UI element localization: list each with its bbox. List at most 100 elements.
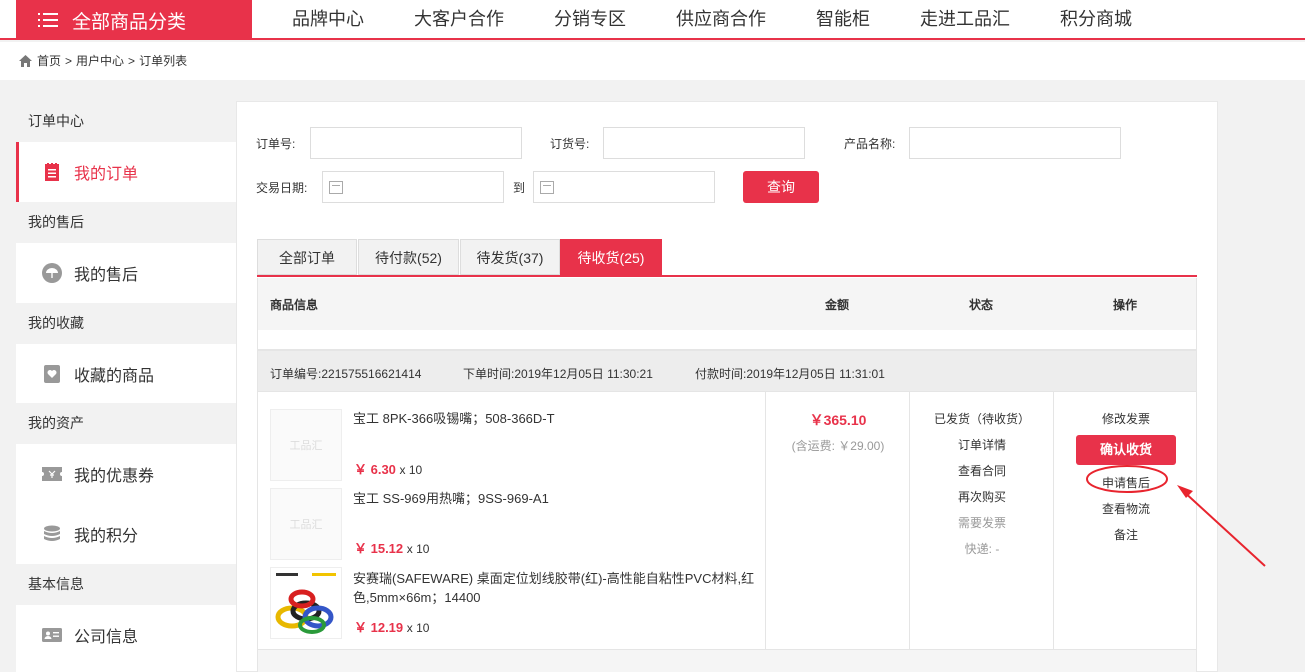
order-no-value: 221575516621414: [321, 367, 422, 381]
sidebar-group-aftersale: 我的售后: [16, 202, 236, 243]
confirm-receipt-button[interactable]: 确认收货: [1076, 435, 1176, 465]
order-no-label: 订单编号:: [270, 367, 322, 381]
pay-time-value: 2019年12月05日 11:31:01: [746, 367, 885, 381]
sidebar-item-label: 公司信息: [74, 629, 139, 646]
order-no: 订单编号:221575516621414: [270, 365, 421, 382]
date-end-input[interactable]: [533, 171, 715, 203]
unit-price: ￥ 6.30: [354, 462, 396, 477]
col-amount: 金额: [825, 298, 850, 312]
breadcrumb-sep: >: [65, 53, 73, 68]
product-name[interactable]: 安赛瑞(SAFEWARE) 桌面定位划线胶带(红)-高性能自粘性PVC材料,红色…: [353, 569, 763, 607]
tape-rolls-image: [275, 573, 336, 634]
nav-supplier[interactable]: 供应商合作: [676, 0, 766, 38]
nav-smart-cabinet[interactable]: 智能柜: [816, 0, 870, 38]
quantity: x 10: [406, 542, 430, 556]
product-thumbnail[interactable]: 工品汇: [270, 409, 342, 481]
order-time-label: 下单时间:: [463, 367, 515, 381]
breadcrumb-home[interactable]: 首页: [37, 52, 61, 69]
nav-brand-center[interactable]: 品牌中心: [292, 0, 364, 38]
order-detail-link[interactable]: 订单详情: [910, 436, 1054, 453]
order-icon: [42, 162, 62, 182]
tab-pending-shipment[interactable]: 待发货(37): [460, 239, 560, 275]
buy-again-link[interactable]: 再次购买: [910, 488, 1054, 505]
sidebar-group-orders: 订单中心: [16, 101, 236, 142]
order-total: ￥365.10: [809, 412, 867, 428]
quantity: x 10: [399, 463, 423, 477]
tab-pending-receipt[interactable]: 待收货(25): [560, 239, 662, 275]
date-to-label: 到: [513, 181, 526, 195]
express-info: 快递: -: [964, 542, 1000, 556]
need-invoice-link[interactable]: 需要发票: [910, 514, 1054, 531]
tab-pending-payment[interactable]: 待付款(52): [358, 239, 459, 275]
heart-icon: [42, 364, 62, 384]
coupon-icon: [42, 464, 62, 484]
unit-price: ￥ 12.19: [354, 620, 404, 635]
purchase-no-input[interactable]: [603, 127, 805, 159]
trade-date-label: 交易日期:: [256, 181, 308, 195]
order-time-value: 2019年12月05日 11:30:21: [514, 367, 653, 381]
column-divider: [765, 392, 766, 649]
breadcrumb-current: 订单列表: [139, 54, 188, 68]
product-thumbnail[interactable]: [270, 567, 342, 639]
top-navigation: 全部商品分类 品牌中心 大客户合作 分销专区 供应商合作 智能柜 走进工品汇 积…: [0, 0, 1305, 40]
breadcrumb-bar: [0, 42, 1305, 80]
breadcrumb-sep: >: [128, 53, 136, 68]
nav-about[interactable]: 走进工品汇: [920, 0, 1010, 38]
order-status: 已发货（待收货）: [933, 412, 1030, 426]
nav-key-accounts[interactable]: 大客户合作: [414, 0, 504, 38]
order-body: 工品汇 宝工 8PK-366吸锡嘴；508-366D-T ￥ 6.30 x 10…: [257, 392, 1197, 650]
order-no-input[interactable]: [310, 127, 522, 159]
id-card-icon: [42, 625, 62, 645]
sidebar-item-label: 我的积分: [74, 528, 139, 545]
col-product-info: 商品信息: [270, 298, 319, 312]
breadcrumb-user-center[interactable]: 用户中心: [76, 52, 124, 69]
quantity: x 10: [406, 621, 430, 635]
query-button[interactable]: 查询: [743, 171, 819, 203]
sidebar: 订单中心 我的订单 我的售后 我的售后 我的收藏 收藏的商品 我的资产 我的优惠…: [16, 101, 236, 672]
sidebar-item-my-points[interactable]: 我的积分: [16, 504, 236, 564]
umbrella-icon: [42, 263, 62, 283]
sidebar-item-label: 我的优惠券: [74, 468, 155, 485]
view-contract-link[interactable]: 查看合同: [910, 462, 1054, 479]
product-thumbnail[interactable]: 工品汇: [270, 488, 342, 560]
sidebar-item-label: 收藏的商品: [74, 368, 155, 385]
table-header: 商品信息 金额 状态 操作: [257, 278, 1197, 330]
product-name[interactable]: 宝工 8PK-366吸锡嘴；508-366D-T: [353, 409, 763, 428]
apply-aftersale-link[interactable]: 申请售后: [1054, 474, 1198, 491]
product-name-label: 产品名称:: [844, 137, 896, 151]
product-name[interactable]: 宝工 SS-969用热嘴；9SS-969-A1: [353, 489, 763, 508]
remark-link[interactable]: 备注: [1054, 526, 1198, 543]
date-start-input[interactable]: [322, 171, 504, 203]
unit-price: ￥ 15.12: [354, 541, 404, 556]
pay-time: 付款时间:2019年12月05日 11:31:01: [695, 365, 885, 382]
product-name-input[interactable]: [909, 127, 1121, 159]
shipping-fee: (含运费: ￥29.00): [791, 439, 885, 453]
nav-points-mall[interactable]: 积分商城: [1060, 0, 1132, 38]
menu-icon: [38, 13, 58, 27]
order-header: 订单编号:221575516621414 下单时间:2019年12月05日 11…: [257, 350, 1197, 392]
order-no-label: 订单号:: [256, 137, 296, 151]
nav-distribution[interactable]: 分销专区: [554, 0, 626, 38]
sidebar-item-my-orders[interactable]: 我的订单: [16, 142, 236, 202]
sidebar-item-company-info[interactable]: 公司信息: [16, 605, 236, 665]
col-status: 状态: [969, 298, 994, 312]
calendar-icon: [329, 181, 343, 194]
sidebar-item-my-aftersale[interactable]: 我的售后: [16, 243, 236, 303]
sidebar-item-my-coupons[interactable]: 我的优惠券: [16, 444, 236, 504]
product-price: ￥ 15.12 x 10: [354, 538, 429, 557]
all-categories-button[interactable]: 全部商品分类: [16, 0, 252, 40]
sidebar-group-assets: 我的资产: [16, 403, 236, 444]
pay-time-label: 付款时间:: [695, 367, 747, 381]
coins-icon: [42, 524, 62, 544]
purchase-no-label: 订货号:: [550, 137, 590, 151]
view-logistics-link[interactable]: 查看物流: [1054, 500, 1198, 517]
main-panel: 订单号: 订货号: 产品名称: 交易日期: 到 查询 全部订单 待付款(52) …: [236, 101, 1218, 672]
table-spacer: [257, 330, 1197, 350]
sidebar-group-basic-info: 基本信息: [16, 564, 236, 605]
sidebar-item-label: 我的订单: [74, 166, 139, 183]
breadcrumb: 首页 > 用户中心 > 订单列表: [18, 52, 187, 69]
modify-invoice-link[interactable]: 修改发票: [1054, 410, 1198, 427]
sidebar-item-favorite-products[interactable]: 收藏的商品: [16, 344, 236, 404]
calendar-icon: [540, 181, 554, 194]
tab-all-orders[interactable]: 全部订单: [257, 239, 357, 275]
